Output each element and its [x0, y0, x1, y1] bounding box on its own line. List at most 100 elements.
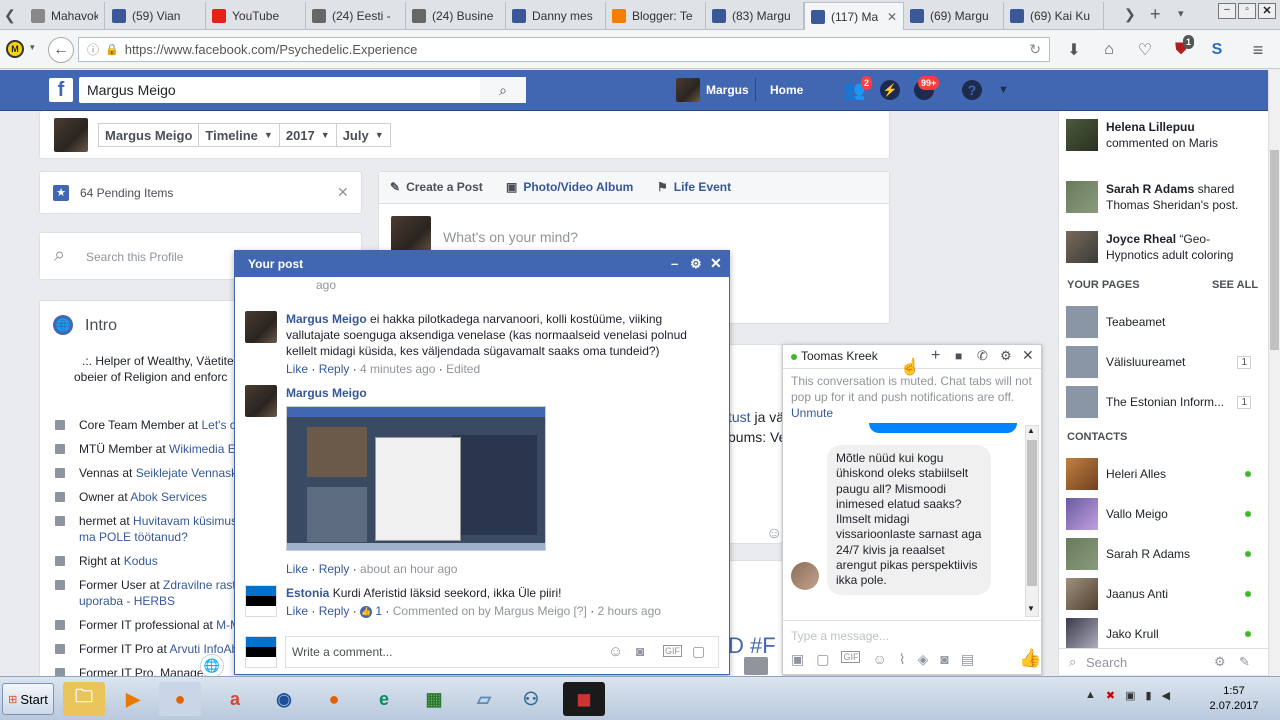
year-selector[interactable]: 2017 ▼ [278, 123, 337, 147]
comment-time[interactable]: 4 minutes ago [360, 362, 435, 376]
edited-label[interactable]: Edited [446, 362, 480, 376]
estonia-flag-avatar[interactable] [245, 585, 277, 617]
write-comment-input[interactable]: Write a comment... ☺ ◙ GIF ▢ [285, 636, 719, 668]
phone-icon[interactable]: ✆ [977, 348, 988, 364]
intro-item-link[interactable]: Let's c [202, 418, 236, 432]
messenger-icon[interactable]: ⚡ [880, 80, 900, 100]
browser-tab[interactable]: (117) Ma ✕ [804, 2, 904, 31]
page-scrollbar[interactable] [1268, 70, 1280, 676]
comment-author[interactable]: Margus Meigo [286, 386, 367, 400]
gif-icon[interactable]: GIF [663, 645, 682, 657]
intro-item-link[interactable]: Huvitavam küsimus [133, 514, 237, 528]
sync-icon[interactable]: S [1205, 38, 1229, 62]
activity-item[interactable]: Sarah R Adams shared Thomas Sheridan's p… [1059, 181, 1269, 213]
close-window-icon[interactable]: ✕ [1258, 3, 1276, 19]
contact-item[interactable]: Vallo Meigo [1059, 498, 1269, 530]
contact-avatar[interactable] [791, 562, 819, 590]
reply-link[interactable]: Reply [319, 562, 350, 576]
comment-author[interactable]: Estonia [286, 586, 329, 600]
pocket-icon[interactable]: ♡ [1133, 38, 1157, 62]
eset-icon[interactable]: e [363, 682, 405, 716]
tray-expand-icon[interactable]: ▲ [1085, 689, 1096, 702]
contact-item[interactable]: Heleri Alles [1059, 458, 1269, 490]
comment-time[interactable]: 2 hours ago [598, 604, 661, 618]
browser-tab[interactable]: (69) Margu [904, 2, 1004, 30]
menu-badge-icon[interactable]: M [6, 40, 24, 58]
browser-tab[interactable]: (83) Margu [706, 2, 804, 30]
scroll-up-icon[interactable]: ▲ [1027, 426, 1035, 435]
minimize-window-icon[interactable]: – [1218, 3, 1236, 19]
intro-item-link[interactable]: Wikimedia E [169, 442, 236, 456]
reload-icon[interactable]: ↻ [1029, 41, 1041, 58]
comment-avatar[interactable] [245, 311, 277, 343]
help-icon[interactable]: ? [962, 80, 982, 100]
intro-item-link[interactable]: Zdravilne rast [163, 578, 236, 592]
home-icon[interactable]: ⌂ [1097, 38, 1121, 62]
globe-icon[interactable]: 🌐 [200, 654, 224, 678]
help-link[interactable]: [?] [574, 604, 587, 618]
chat-scrollbar-thumb[interactable] [1027, 440, 1037, 586]
thumbs-up-icon[interactable]: 👍 [1019, 648, 1041, 669]
intro-item-link[interactable]: Kodus [124, 554, 158, 568]
ublock-icon[interactable]: ⛊ 1 [1169, 35, 1195, 62]
life-event-tab[interactable]: ⚑ Life Event [657, 180, 731, 194]
timeline-selector[interactable]: Timeline ▼ [198, 123, 280, 147]
profile-link[interactable]: Margus [706, 83, 749, 97]
chat-search-bar[interactable]: ⌕ Search ⚙ ✎ [1059, 648, 1269, 675]
message-input[interactable]: Type a message... [791, 629, 889, 643]
video-call-icon[interactable]: ■ [955, 349, 962, 363]
photo-album-tab[interactable]: ▣ Photo/Video Album [506, 180, 633, 194]
reaction-count[interactable]: 1 [375, 604, 382, 618]
game-icon[interactable]: ◈ [918, 651, 929, 668]
post-link[interactable]: tust [728, 409, 751, 425]
see-all-link[interactable]: SEE ALL [1212, 279, 1258, 291]
start-button[interactable]: ⊞ Start [2, 683, 54, 715]
browser-tab[interactable]: (69) Kai Ku [1004, 2, 1104, 30]
avast-icon[interactable]: a [214, 682, 256, 716]
reply-link[interactable]: Reply [319, 604, 350, 618]
gear-icon[interactable]: ⚙ [1000, 348, 1012, 364]
browser-tab[interactable]: Blogger: Te [606, 2, 706, 30]
contact-item[interactable]: Sarah R Adams [1059, 538, 1269, 570]
info-icon[interactable]: ⓘ [87, 41, 99, 58]
intro-item-link[interactable]: Seiklejate Vennask [136, 466, 237, 480]
maximize-window-icon[interactable]: ▫ [1238, 3, 1256, 19]
facebook-search-input[interactable]: Margus Meigo ⌕ [79, 77, 526, 103]
add-icon[interactable]: + [931, 347, 940, 365]
network-error-icon[interactable]: ✖ [1106, 689, 1115, 702]
gear-icon[interactable]: ⚙ [690, 256, 702, 272]
page-item[interactable]: Teabeamet [1059, 306, 1269, 338]
scroll-down-icon[interactable]: ▼ [1027, 604, 1035, 613]
volume-icon[interactable]: ◀ [1162, 689, 1170, 702]
hamburger-menu-icon[interactable]: ≡ [1246, 38, 1270, 62]
estonia-flag-avatar[interactable] [245, 636, 277, 668]
chat-bubble-icon[interactable] [744, 657, 768, 675]
browser-tab[interactable]: YouTube [206, 2, 306, 30]
account-menu-icon[interactable]: ▼ [998, 84, 1009, 96]
activity-item[interactable]: Joyce Rheal “Geo-Hypnotics adult colorin… [1059, 231, 1269, 263]
reply-link[interactable]: Reply [319, 362, 350, 376]
emoji-icon[interactable]: ☺ [608, 643, 623, 660]
browser-tab[interactable]: Mahavok - [25, 2, 105, 30]
browser-tab[interactable]: Danny mes [506, 2, 606, 30]
gear-icon[interactable]: ⚙ [1214, 654, 1226, 670]
firefox-icon[interactable]: ● [159, 682, 201, 716]
close-tab-icon[interactable]: ✕ [887, 10, 897, 24]
sticker-icon[interactable]: ▢ [816, 651, 829, 668]
file-explorer-icon[interactable]: 🗀 [63, 682, 105, 716]
signal-icon[interactable]: ▮ [1146, 689, 1152, 702]
scrollbar-thumb[interactable] [1270, 150, 1279, 350]
screen-recorder-icon[interactable]: ◼ [563, 682, 605, 716]
address-bar[interactable]: ⓘ 🔒 https://www.facebook.com/Psychedelic… [78, 37, 1050, 62]
browser-tab[interactable]: (24) Busine [406, 2, 506, 30]
media-player-icon[interactable]: ▶ [112, 682, 154, 716]
calendar-icon[interactable]: ▤ [961, 651, 974, 668]
chat-contact-name[interactable]: Toomas Kreek [801, 349, 878, 363]
pending-items-card[interactable]: ★ 64 Pending Items ✕ [39, 171, 362, 214]
intro-item-link[interactable]: uporaba - HERBS [79, 594, 175, 608]
tab-scroll-right-icon[interactable]: ❯ [1124, 6, 1136, 23]
like-reaction-icon[interactable]: 👍 [360, 605, 373, 618]
contact-item[interactable]: Jaanus Anti [1059, 578, 1269, 610]
camera-icon[interactable]: ◙ [636, 643, 644, 659]
activity-item[interactable]: Helena Lillepuu commented on Maris Hansa… [1059, 119, 1269, 151]
